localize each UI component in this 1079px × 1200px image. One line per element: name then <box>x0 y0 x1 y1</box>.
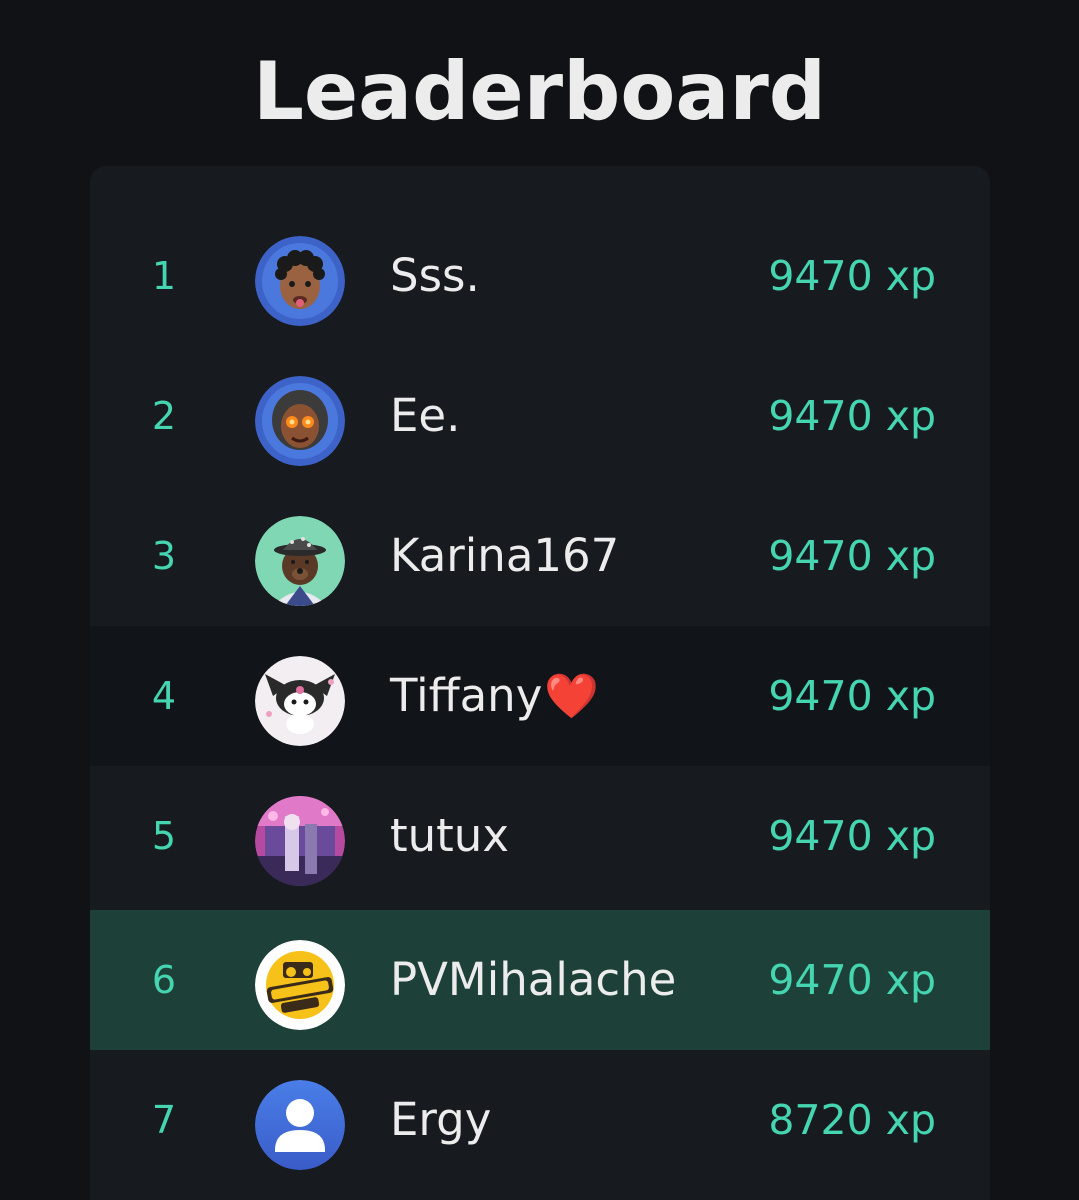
rank-number: 5 <box>151 814 177 858</box>
leaderboard-row-3[interactable]: 3 Karina167 9470 xp <box>90 486 990 626</box>
player-score: 9470 xp <box>768 252 936 300</box>
player-score: 9470 xp <box>768 392 936 440</box>
leaderboard-row-4[interactable]: 4 Tiffany❤️ 9470 xp <box>90 626 990 766</box>
anime-art-icon[interactable] <box>255 796 345 886</box>
player-name: Sss. <box>390 249 480 302</box>
leaderboard-list: 1 Sss. 9470 xp 2 Ee. 9470 xp 3 Karina167… <box>90 166 990 1200</box>
leaderboard-row-1[interactable]: 1 Sss. 9470 xp <box>90 206 990 346</box>
player-name: Karina167 <box>390 529 620 582</box>
memoji-glowing-eyes-icon[interactable] <box>255 376 345 466</box>
humble-tractors-logo-icon[interactable] <box>255 940 345 1030</box>
player-name: PVMihalache <box>390 953 677 1006</box>
player-name: Ergy <box>390 1093 492 1146</box>
player-score: 9470 xp <box>768 672 936 720</box>
rank-number: 2 <box>151 394 177 438</box>
player-score: 8720 xp <box>768 1096 936 1144</box>
kuromi-icon[interactable] <box>255 656 345 746</box>
player-name: Tiffany❤️ <box>390 626 599 766</box>
leaderboard-row-2[interactable]: 2 Ee. 9470 xp <box>90 346 990 486</box>
rank-number: 3 <box>151 534 177 578</box>
rank-number: 1 <box>151 254 177 298</box>
leaderboard-row-5[interactable]: 5 tutux 9470 xp <box>90 766 990 906</box>
player-score: 9470 xp <box>768 532 936 580</box>
default-user-icon[interactable] <box>255 1080 345 1170</box>
player-score: 9470 xp <box>768 812 936 860</box>
player-name-text: Tiffany <box>390 669 543 722</box>
bear-bucket-hat-icon[interactable] <box>255 516 345 606</box>
player-name: Ee. <box>390 389 461 442</box>
heart-icon: ❤️ <box>544 671 600 722</box>
player-name: tutux <box>390 809 509 862</box>
rank-number: 7 <box>151 1098 177 1142</box>
player-score: 9470 xp <box>768 956 936 1004</box>
rank-number: 4 <box>151 674 177 718</box>
page-title: Leaderboard <box>252 45 827 138</box>
leaderboard-row-6-current-user[interactable]: 6 PVMihalache 9470 xp <box>90 910 990 1050</box>
memoji-curly-hair-icon[interactable] <box>255 236 345 326</box>
rank-number: 6 <box>151 958 177 1002</box>
leaderboard-row-7[interactable]: 7 Ergy 8720 xp <box>90 1050 990 1190</box>
